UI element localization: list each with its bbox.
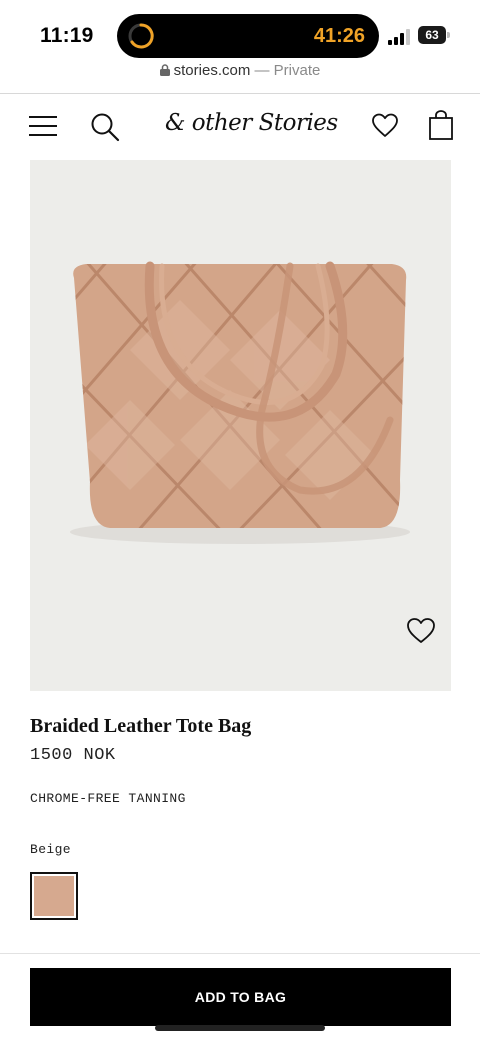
home-indicator[interactable] xyxy=(155,1025,325,1031)
battery-level: 63 xyxy=(418,26,446,44)
heart-icon[interactable] xyxy=(371,112,399,140)
address-bar[interactable]: stories.com — Private xyxy=(0,62,480,88)
product-page-screen: 11:19 41:26 63 stories.com — Private & o… xyxy=(0,0,480,1041)
private-label: Private xyxy=(273,62,321,79)
search-icon[interactable] xyxy=(90,112,120,142)
status-time: 11:19 xyxy=(40,24,94,47)
site-header: & other Stories xyxy=(0,94,480,160)
heart-icon[interactable] xyxy=(405,616,437,646)
swatch-fill xyxy=(34,876,74,916)
product-image[interactable] xyxy=(30,160,451,691)
island-timer: 41:26 xyxy=(313,25,365,47)
color-swatch-beige[interactable] xyxy=(30,872,78,920)
timer-ring-icon xyxy=(128,23,154,49)
divider xyxy=(0,953,480,954)
brand-logo[interactable]: & other Stories xyxy=(165,110,338,144)
battery-icon: 63 xyxy=(418,26,450,44)
color-label: Beige xyxy=(30,842,72,857)
product-feature: CHROME-FREE TANNING xyxy=(30,791,186,806)
url-domain: stories.com xyxy=(173,62,251,79)
dynamic-island: 41:26 xyxy=(117,14,379,58)
tote-bag-illustration xyxy=(70,261,410,544)
add-to-bag-button[interactable]: ADD TO BAG xyxy=(30,968,451,1026)
status-bar: 11:19 41:26 63 xyxy=(0,0,480,60)
signal-icon xyxy=(388,29,410,45)
battery-tip xyxy=(447,32,450,38)
product-title: Braided Leather Tote Bag xyxy=(30,715,252,737)
product-price: 1500 NOK xyxy=(30,746,116,765)
shopping-bag-icon[interactable] xyxy=(428,110,454,140)
lock-icon xyxy=(159,64,170,76)
menu-icon[interactable] xyxy=(29,114,57,138)
url-separator: — xyxy=(250,62,274,79)
